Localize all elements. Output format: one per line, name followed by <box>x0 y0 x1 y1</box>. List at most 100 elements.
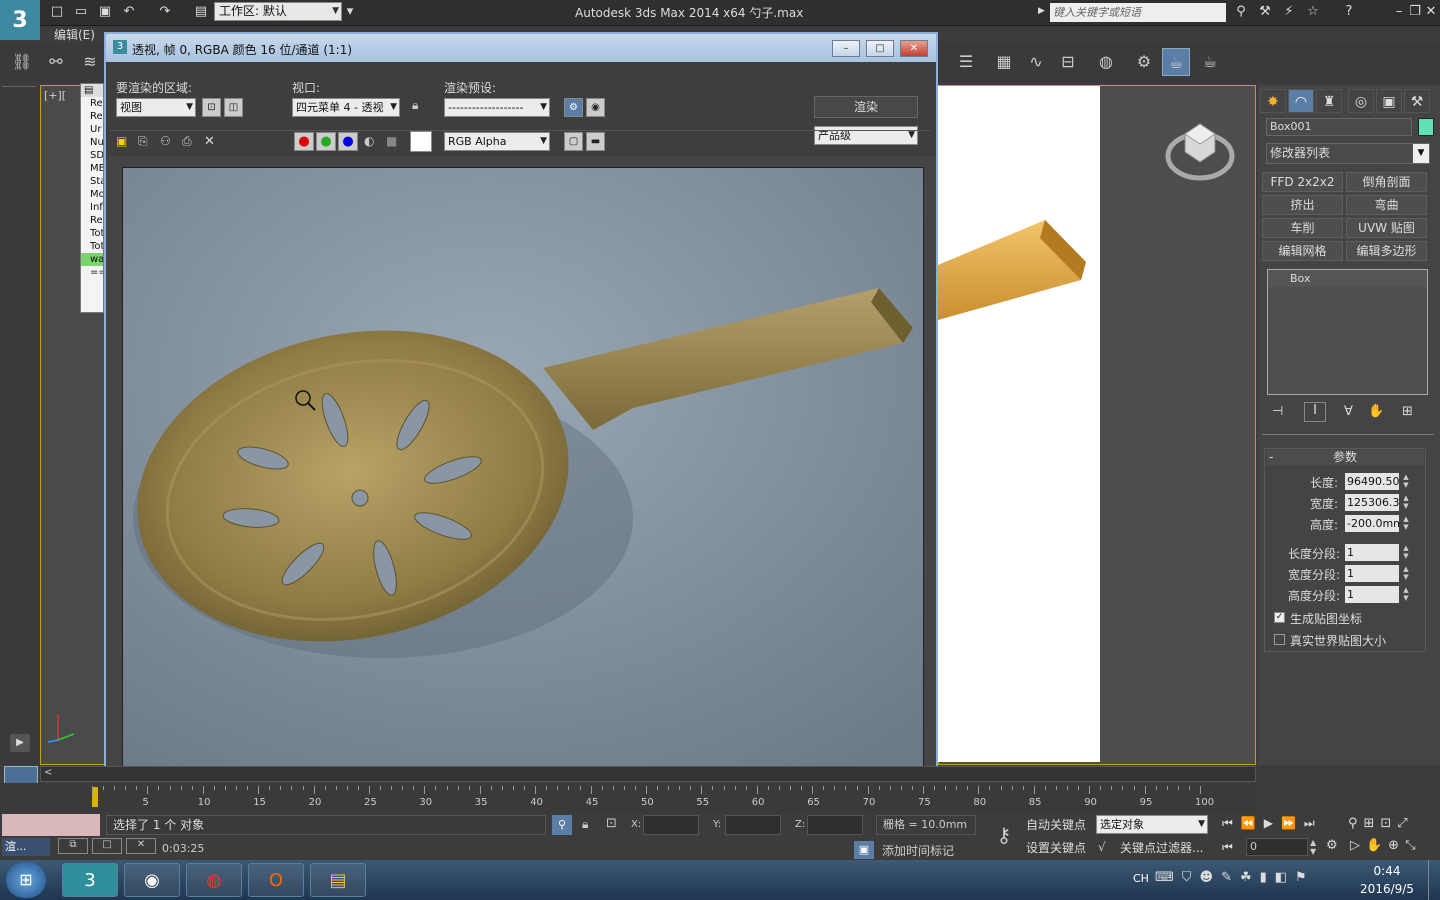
layer-manager-icon[interactable]: ☰ <box>952 48 980 76</box>
z-coordinate-input[interactable] <box>807 815 863 835</box>
spinner-arrows-icon[interactable]: ▲ ▼ <box>1402 586 1410 603</box>
width-input[interactable]: 125306.3 <box>1345 494 1399 511</box>
key-selection-dropdown[interactable]: 选定对象 ▼ <box>1096 815 1208 834</box>
taskbar-chrome-icon[interactable]: ◍ <box>186 863 242 897</box>
close-icon[interactable]: ✕ <box>900 40 928 57</box>
viewport-nav-top[interactable]: ⚲⊞⊡⤢ <box>1348 816 1414 831</box>
taskbar-mini-item[interactable]: 渲... <box>2 838 50 856</box>
save-icon[interactable]: ▣ <box>96 3 114 21</box>
y-coordinate-input[interactable] <box>725 815 781 835</box>
render-frame-icon[interactable]: ☕ <box>1162 48 1190 76</box>
auto-key-button[interactable]: 自动关键点 <box>1026 815 1092 835</box>
save-image-icon[interactable]: ▣ <box>116 134 127 148</box>
time-tag-icon[interactable]: ▣ <box>854 841 874 859</box>
modifier-button[interactable]: 弯曲 <box>1346 195 1427 215</box>
print-icon[interactable]: ⎙ <box>182 134 192 149</box>
binoculars-icon[interactable]: ⚲ <box>1232 3 1250 21</box>
viewcube-icon[interactable] <box>1165 116 1235 182</box>
mini-restore-icon[interactable]: ⧉ <box>58 838 88 854</box>
modifier-button[interactable]: 倒角剖面 <box>1346 172 1427 192</box>
app-logo-icon[interactable]: 3 <box>0 0 40 40</box>
modify-tab-icon[interactable]: ◠ <box>1288 89 1314 113</box>
play-icon[interactable]: ▶ <box>10 734 30 752</box>
make-unique-icon[interactable]: ∀ <box>1344 404 1353 419</box>
clear-icon[interactable]: ✕ <box>204 134 215 149</box>
lock-icon[interactable]: 🔒︎ <box>412 98 426 117</box>
bind-spacewarp-icon[interactable]: ≋ <box>76 48 104 76</box>
gen-mapping-checkbox[interactable]: ✓ <box>1274 612 1285 623</box>
height-input[interactable]: -200.0mm <box>1345 515 1399 532</box>
minimize-icon[interactable]: – <box>832 40 860 57</box>
modifier-button[interactable]: FFD 2x2x2 <box>1262 172 1343 192</box>
stack-item[interactable]: Box <box>1268 270 1427 287</box>
key-mode-toggle-icon[interactable]: ⏮ <box>1222 840 1233 855</box>
playback-controls[interactable]: ⏮⏪▶⏩⏭ <box>1222 816 1323 831</box>
mini-maximize-icon[interactable]: □ <box>92 838 122 854</box>
key-icon[interactable]: ⚷ <box>986 820 1022 850</box>
parameters-rollout-header[interactable]: - 参数 <box>1266 450 1424 465</box>
object-color-swatch[interactable] <box>1418 118 1434 136</box>
spinner-arrows-icon[interactable]: ▲ ▼ <box>1402 515 1410 532</box>
curve-editor-icon[interactable]: ∿ <box>1022 48 1050 76</box>
language-indicator[interactable]: CH <box>1133 872 1149 885</box>
hierarchy-tab-icon[interactable]: ♜ <box>1316 89 1342 113</box>
taskbar-office-icon[interactable]: O <box>248 863 304 897</box>
maximize-icon[interactable]: □ <box>866 40 894 57</box>
search-input[interactable]: 键入关键字或短语 <box>1050 3 1226 22</box>
edit-region-icon[interactable]: ⊡ <box>202 98 221 117</box>
start-button[interactable]: ⊞ <box>6 862 46 898</box>
maxscript-listener[interactable]: ▤ Re Re Ur Num SD ME Sta Mo Inf Reg Tota… <box>80 83 104 313</box>
copy-image-icon[interactable]: ⎘ <box>138 134 148 149</box>
render-production-icon[interactable]: ☕ <box>1196 48 1224 76</box>
key-filters-button[interactable]: 关键点过滤器... <box>1120 838 1210 858</box>
motion-tab-icon[interactable]: ◎ <box>1348 89 1374 113</box>
close-icon[interactable]: ✕ <box>1422 3 1440 21</box>
absolute-mode-icon[interactable]: ⊡ <box>606 816 617 831</box>
new-file-icon[interactable]: □ <box>48 3 66 21</box>
spinner-arrows-icon[interactable]: ▲ ▼ <box>1310 838 1316 856</box>
length-segs-input[interactable]: 1 <box>1345 544 1399 561</box>
show-end-result-icon[interactable]: I <box>1304 402 1326 422</box>
red-channel-icon[interactable]: ● <box>294 132 314 151</box>
system-tray-icons[interactable]: ⌨⛉☻✎☘▮◧⚑ <box>1155 870 1315 885</box>
create-tab-icon[interactable]: ✸ <box>1260 89 1286 113</box>
blue-channel-icon[interactable]: ● <box>338 132 358 151</box>
selection-lock-icon[interactable]: 🔒︎ <box>582 817 588 832</box>
quality-dropdown[interactable]: 产品级 ▼ <box>814 126 918 145</box>
play-arrow-icon[interactable]: ▶ <box>1038 6 1045 16</box>
spinner-arrows-icon[interactable]: ▲ ▼ <box>1402 494 1410 511</box>
set-key-button[interactable]: 设置关键点 <box>1026 838 1092 858</box>
object-name-field[interactable]: Box001 <box>1266 118 1412 136</box>
remove-modifier-icon[interactable]: ✋ <box>1368 404 1384 419</box>
open-file-icon[interactable]: ▭ <box>72 3 90 21</box>
modifier-button[interactable]: 挤出 <box>1262 195 1343 215</box>
x-coordinate-input[interactable] <box>643 815 699 835</box>
link-icon[interactable]: ⛓ <box>8 48 36 76</box>
material-editor-icon[interactable]: ◍ <box>1092 48 1120 76</box>
show-desktop-button[interactable] <box>1428 860 1440 900</box>
monochrome-icon[interactable]: ■ <box>386 134 397 148</box>
taskbar-explorer-icon[interactable]: ▤ <box>310 863 366 897</box>
environment-icon[interactable]: ◉ <box>586 98 605 117</box>
workspace-dropdown[interactable]: 工作区: 默认 ▼ <box>214 2 342 21</box>
color-swatch[interactable] <box>410 131 432 152</box>
tools-icon[interactable]: ⚒ <box>1256 3 1274 21</box>
render-window-titlebar[interactable]: 3 透视, 帧 0, RGBA 颜色 16 位/通道 (1:1) – □ ✕ <box>106 34 936 62</box>
modifier-button[interactable]: 编辑网格 <box>1262 241 1343 261</box>
customize-icon[interactable]: ▾ <box>344 3 356 21</box>
utilities-tab-icon[interactable]: ⚒ <box>1404 89 1430 113</box>
preset-dropdown[interactable]: ------------------- ▼ <box>444 98 550 117</box>
scene-explorer-icon[interactable]: ▦ <box>990 48 1018 76</box>
render-setup-icon[interactable]: ⚙ <box>564 98 583 117</box>
toggle-ui-overlay-icon[interactable]: ▢ <box>564 132 583 151</box>
project-icon[interactable]: ▤ <box>192 3 210 21</box>
viewport-nav-bottom[interactable]: ▷✋⊕⤡ <box>1350 838 1421 853</box>
help-icon[interactable]: ? <box>1340 3 1358 21</box>
modifier-stack[interactable] <box>1267 269 1428 395</box>
mini-close-icon[interactable]: ✕ <box>126 838 156 854</box>
modifier-button[interactable]: 编辑多边形 <box>1346 241 1427 261</box>
maxscript-mini-listener[interactable] <box>2 814 100 836</box>
clock-date[interactable]: 2016/9/5 <box>1356 882 1418 896</box>
real-world-checkbox[interactable] <box>1274 634 1285 645</box>
redo-icon[interactable]: ↷ <box>156 3 174 21</box>
